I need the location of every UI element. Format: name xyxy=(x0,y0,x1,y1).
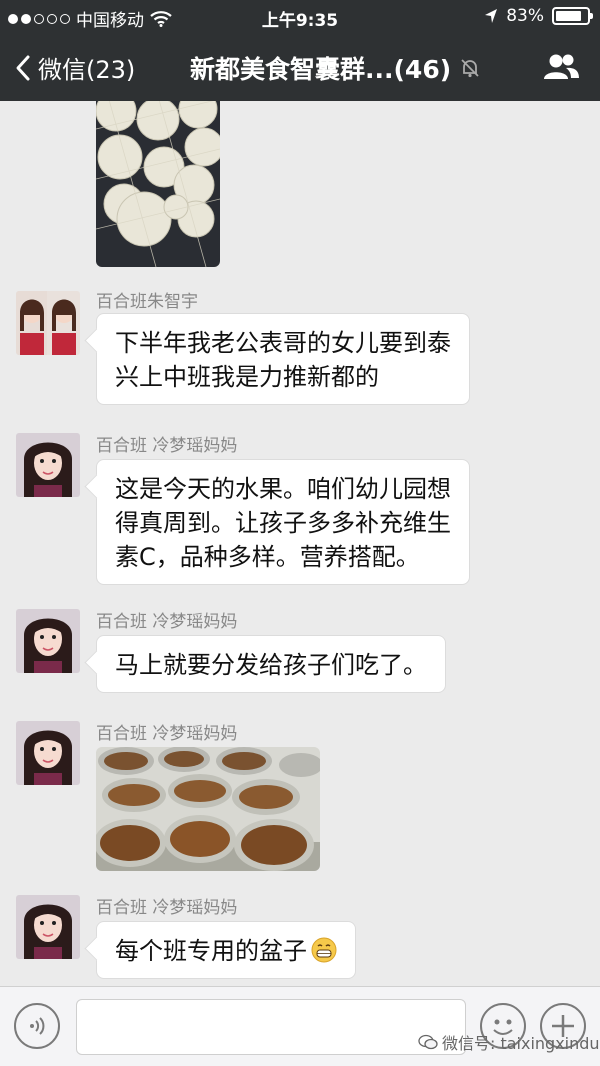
mute-icon xyxy=(461,59,479,78)
avatar[interactable] xyxy=(16,433,80,497)
watermark-text: 微信号: taixingxindu xyxy=(442,1034,600,1053)
message-line: 这是今天的水果。咱们幼儿园想 xyxy=(115,475,451,503)
message-line: 每个班专用的盆子 xyxy=(115,937,307,965)
avatar[interactable] xyxy=(16,721,80,785)
avatar[interactable] xyxy=(16,291,80,355)
message-bubble[interactable]: 每个班专用的盆子 xyxy=(96,921,356,979)
avatar[interactable] xyxy=(16,609,80,673)
chat-area[interactable]: 百合班朱智宇 下半年我老公表哥的女儿要到泰 兴上中班我是力推新都的 百合班 冷梦… xyxy=(0,101,600,986)
watermark: 微信号: taixingxindu xyxy=(418,1030,600,1054)
group-members-icon[interactable] xyxy=(542,52,580,80)
sender-name: 百合班 冷梦瑶妈妈 xyxy=(96,436,238,456)
message-bubble[interactable]: 这是今天的水果。咱们幼儿园想 得真周到。让孩子多多补充维生 素C，品种多样。营养… xyxy=(96,459,470,585)
battery-label: 83% xyxy=(506,6,544,26)
chat-title: 新都美食智囊群...(46) xyxy=(190,50,481,86)
sender-name: 百合班 冷梦瑶妈妈 xyxy=(96,612,238,632)
grin-icon xyxy=(311,937,337,963)
message-line: 兴上中班我是力推新都的 xyxy=(115,363,379,391)
message-bubble[interactable]: 下半年我老公表哥的女儿要到泰 兴上中班我是力推新都的 xyxy=(96,313,470,405)
chat-title-text: 新都美食智囊群...(46) xyxy=(190,55,452,84)
sender-name: 百合班朱智宇 xyxy=(96,292,198,312)
input-bar xyxy=(0,986,600,1066)
message-bubble[interactable]: 马上就要分发给孩子们吃了。 xyxy=(96,635,446,693)
message-line: 素C，品种多样。营养搭配。 xyxy=(115,543,420,571)
top-bar: 中国移动 上午9:35 83% 微信(23) 新都美食智囊群...(46) xyxy=(0,0,600,101)
back-button[interactable]: 微信(23) xyxy=(14,50,135,85)
wechat-logo-icon xyxy=(418,1034,438,1050)
sender-name: 百合班 冷梦瑶妈妈 xyxy=(96,898,238,918)
message-input[interactable] xyxy=(76,999,466,1055)
avatar[interactable] xyxy=(16,895,80,959)
chevron-left-icon xyxy=(16,55,30,80)
message-line: 下半年我老公表哥的女儿要到泰 xyxy=(115,329,451,357)
battery-icon xyxy=(552,7,593,25)
sender-name: 百合班 冷梦瑶妈妈 xyxy=(96,724,238,744)
voice-icon xyxy=(30,1017,45,1035)
voice-button[interactable] xyxy=(14,1003,60,1049)
message-line: 得真周到。让孩子多多补充维生 xyxy=(115,509,451,537)
back-label: 微信(23) xyxy=(38,56,136,84)
status-bar: 中国移动 上午9:35 83% xyxy=(0,0,600,34)
message-line: 马上就要分发给孩子们吃了。 xyxy=(115,651,427,679)
nav-bar: 微信(23) 新都美食智囊群...(46) xyxy=(0,40,600,98)
message-image-pears[interactable] xyxy=(96,101,220,267)
location-arrow-icon xyxy=(485,9,498,23)
message-image-longan[interactable] xyxy=(96,747,320,871)
